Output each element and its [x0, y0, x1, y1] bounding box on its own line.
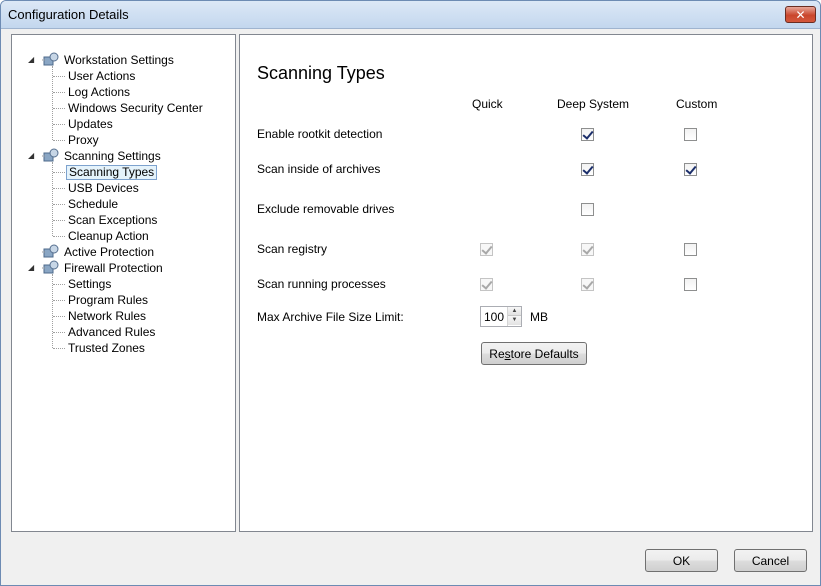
section-title: Scanning Types	[257, 63, 385, 83]
tree-connector	[53, 284, 65, 285]
tree-item[interactable]: Cleanup Action	[66, 228, 151, 244]
tree-item-label: Scan Exceptions	[68, 213, 158, 227]
expand-arrow-icon[interactable]: ◢	[28, 264, 36, 272]
tree-connector	[53, 92, 65, 93]
tree-connector	[53, 108, 65, 109]
tree-item[interactable]: Updates	[66, 116, 115, 132]
max-archive-value[interactable]: 100	[484, 310, 504, 324]
tree-connector	[52, 66, 53, 140]
tree-item[interactable]: Program Rules	[66, 292, 150, 308]
tree-group-label: Scanning Settings	[64, 149, 161, 163]
checkbox-quick	[480, 278, 493, 291]
checkbox-custom[interactable]	[684, 243, 697, 256]
tree-connector	[53, 188, 65, 189]
tree-connector	[53, 348, 65, 349]
column-header-custom: Custom	[676, 97, 718, 111]
checkbox-deep[interactable]	[581, 163, 594, 176]
option-label: Scan running processes	[257, 277, 386, 291]
tree-item[interactable]: Proxy	[66, 132, 101, 148]
checkbox-deep[interactable]	[581, 128, 594, 141]
tree-item[interactable]: USB Devices	[66, 180, 141, 196]
option-label: Exclude removable drives	[257, 202, 395, 216]
tree-item-label: Advanced Rules	[68, 325, 156, 339]
tree-item-label: Network Rules	[68, 309, 147, 323]
settings-tree[interactable]: ◢ Workstation Settings User Actions Log Act…	[11, 34, 236, 532]
tree-item[interactable]: User Actions	[66, 68, 137, 84]
tree-item[interactable]: Settings	[66, 276, 113, 292]
tree-item-label: Settings	[68, 277, 112, 291]
firewall-protection-icon	[42, 260, 60, 276]
tree-connector	[53, 316, 65, 317]
spin-down-icon[interactable]: ▼	[508, 316, 521, 325]
tree-item-label: Cleanup Action	[68, 229, 149, 243]
restore-defaults-button[interactable]: Restore Defaults	[481, 342, 587, 365]
tree-group-label: Workstation Settings	[64, 53, 174, 67]
tree-group-label: Active Protection	[64, 245, 155, 259]
max-archive-label: Max Archive File Size Limit:	[257, 310, 404, 324]
tree-connector	[53, 220, 65, 221]
checkbox-custom[interactable]	[684, 128, 697, 141]
max-archive-unit: MB	[530, 310, 548, 324]
tree-connector	[52, 274, 53, 348]
checkbox-quick	[480, 243, 493, 256]
tree-connector	[53, 124, 65, 125]
tree-connector	[53, 236, 65, 237]
checkbox-deep[interactable]	[581, 203, 594, 216]
tree-item[interactable]: Scan Exceptions	[66, 212, 159, 228]
expand-arrow-icon[interactable]: ◢	[28, 56, 36, 64]
title-bar[interactable]: Configuration Details ✕	[1, 1, 820, 29]
option-label: Scan inside of archives	[257, 162, 381, 176]
tree-connector	[53, 332, 65, 333]
ok-button[interactable]: OK	[645, 549, 718, 572]
tree-connector	[53, 204, 65, 205]
tree-item-label: Updates	[68, 117, 113, 131]
configuration-window: Configuration Details ✕ ◢ Workstation Set…	[0, 0, 821, 586]
tree-item[interactable]: Schedule	[66, 196, 120, 212]
tree-item-label: User Actions	[68, 69, 136, 83]
close-icon: ✕	[795, 7, 806, 22]
tree-item[interactable]: Advanced Rules	[66, 324, 157, 340]
tree-item-label: Windows Security Center	[68, 101, 203, 115]
tree-item[interactable]: Network Rules	[66, 308, 148, 324]
window-title: Configuration Details	[8, 7, 129, 22]
spin-up-icon[interactable]: ▲	[508, 307, 521, 316]
column-header-deep-system: Deep System	[557, 97, 630, 111]
column-header-quick: Quick	[472, 97, 503, 111]
tree-connector	[52, 162, 53, 236]
active-protection-icon	[42, 244, 60, 260]
tree-connector	[53, 140, 65, 141]
max-archive-spinner[interactable]: 100 ▲ ▼	[480, 306, 522, 327]
tree-connector	[53, 172, 65, 173]
tree-item-label: Log Actions	[68, 85, 131, 99]
expand-arrow-icon[interactable]: ◢	[28, 152, 36, 160]
tree-item-label: Schedule	[68, 197, 119, 211]
tree-item[interactable]: Scanning Types	[66, 164, 158, 180]
tree-connector	[53, 300, 65, 301]
settings-content: Scanning Types Quick Deep System Custom …	[239, 34, 813, 532]
option-label: Scan registry	[257, 242, 328, 256]
tree-group-label: Firewall Protection	[64, 261, 163, 275]
checkbox-deep	[581, 278, 594, 291]
tree-item-label: Program Rules	[68, 293, 149, 307]
checkbox-deep	[581, 243, 594, 256]
checkbox-custom[interactable]	[684, 163, 697, 176]
cancel-button[interactable]: Cancel	[734, 549, 807, 572]
tree-item[interactable]: Windows Security Center	[66, 100, 205, 116]
tree-connector	[53, 76, 65, 77]
scanning-settings-icon	[42, 148, 60, 164]
checkbox-custom[interactable]	[684, 278, 697, 291]
option-label: Enable rootkit detection	[257, 127, 383, 141]
tree-item-label: Trusted Zones	[68, 341, 145, 355]
tree-item-label: Proxy	[68, 133, 99, 147]
close-button[interactable]: ✕	[785, 6, 816, 23]
tree-item[interactable]: Trusted Zones	[66, 340, 147, 356]
tree-item-label: Scanning Types	[66, 165, 158, 180]
dialog-client: ◢ Workstation Settings User Actions Log Act…	[4, 29, 817, 583]
tree-item[interactable]: Log Actions	[66, 84, 132, 100]
workstation-settings-icon	[42, 52, 60, 68]
tree-item-label: USB Devices	[68, 181, 139, 195]
restore-defaults-label: Restore Defaults	[489, 346, 579, 361]
